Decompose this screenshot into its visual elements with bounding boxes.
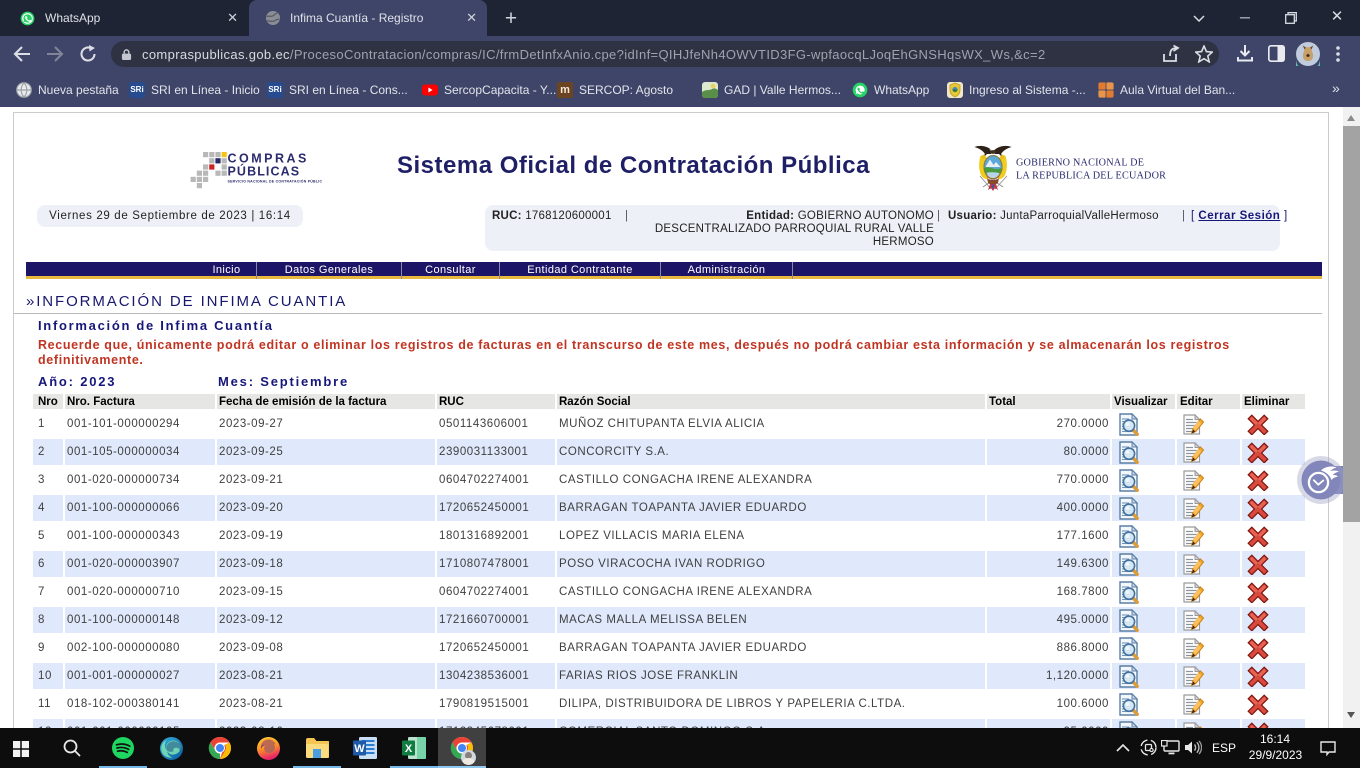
svg-text:SERVICIO NACIONAL DE CONTRATAC: SERVICIO NACIONAL DE CONTRATACIÓN PÚBLIC…: [228, 179, 323, 184]
svg-text:W: W: [354, 743, 365, 755]
svg-text:X: X: [405, 743, 413, 755]
svg-text:PÚBLICAS: PÚBLICAS: [228, 164, 301, 179]
svg-text:LA REPUBLICA DEL ECUADOR: LA REPUBLICA DEL ECUADOR: [1016, 171, 1166, 182]
svg-text:GOBIERNO NACIONAL DE: GOBIERNO NACIONAL DE: [1016, 158, 1144, 169]
svg-text:COMPRAS: COMPRAS: [228, 152, 309, 166]
